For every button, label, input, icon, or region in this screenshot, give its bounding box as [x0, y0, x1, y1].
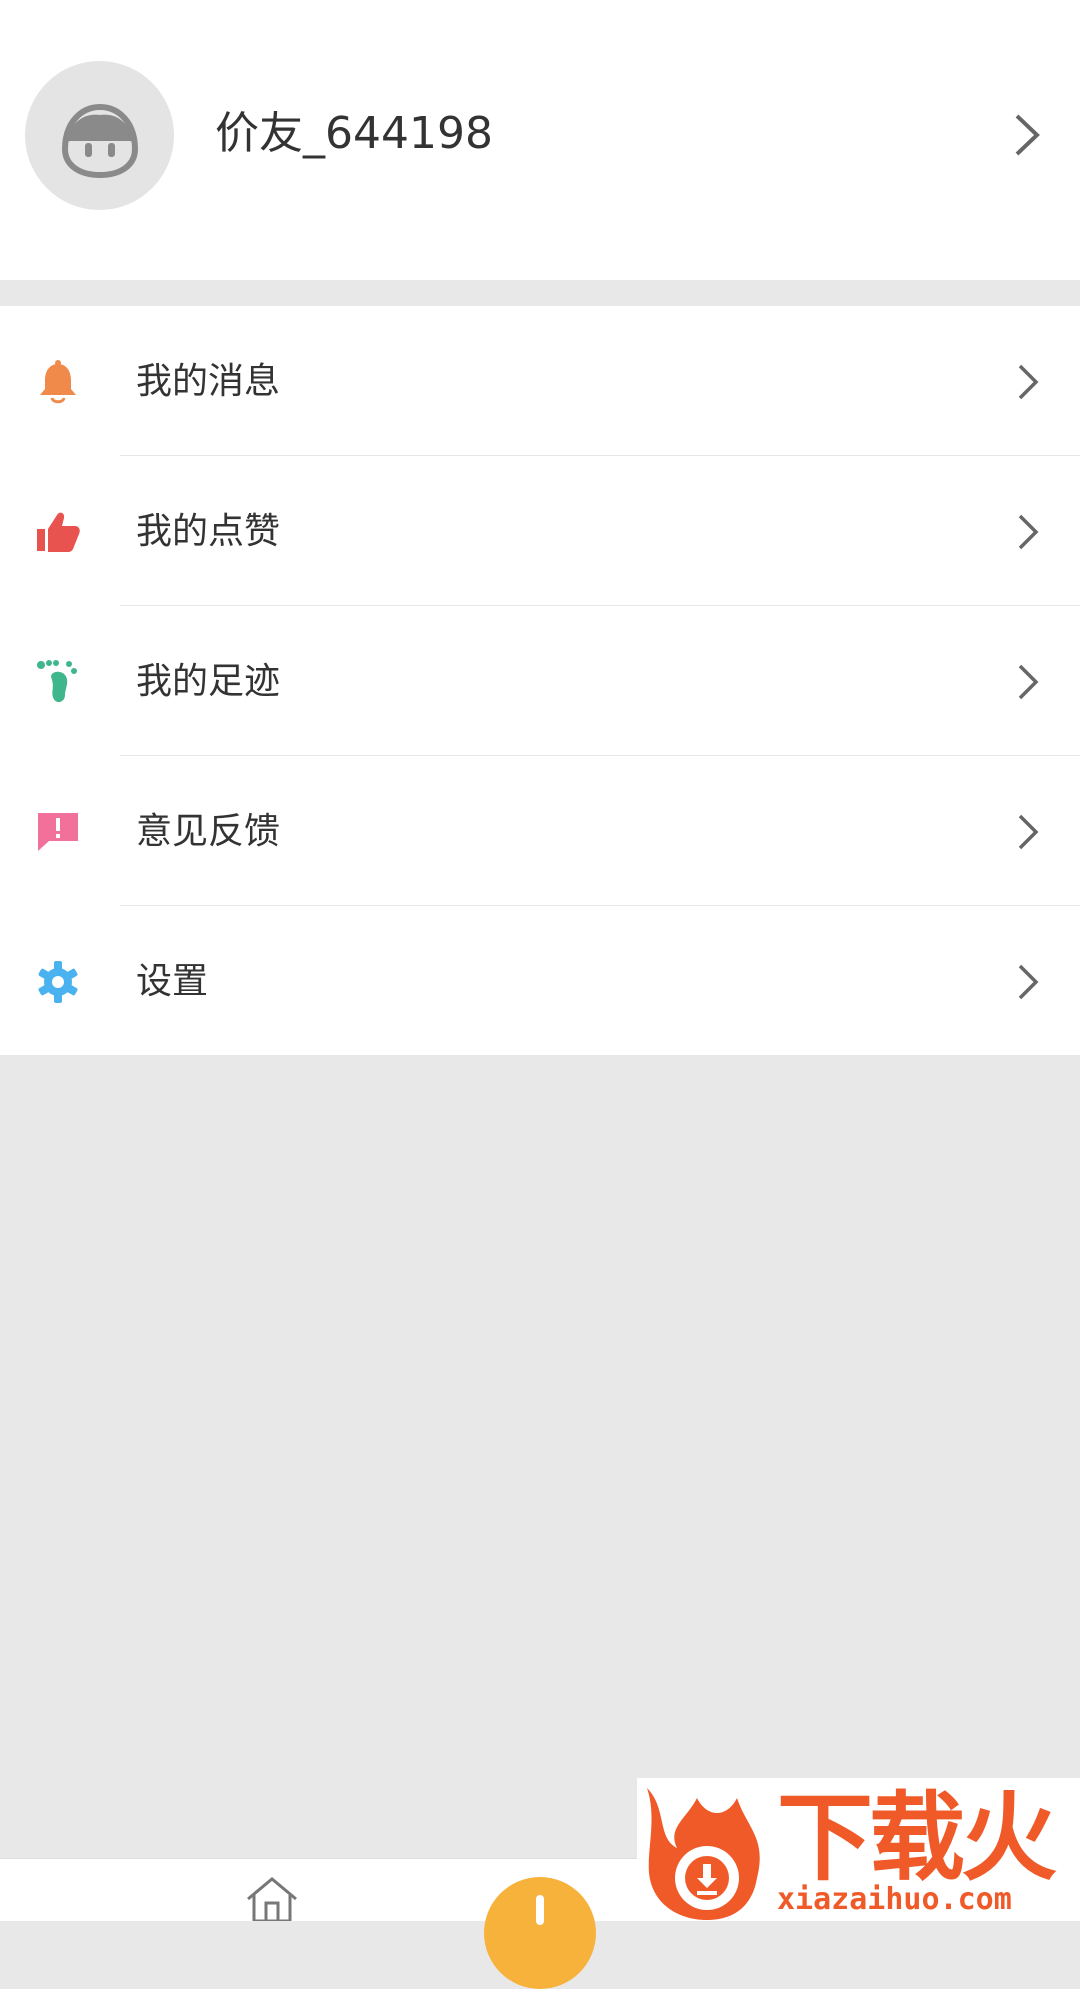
- menu-item-label: 我的点赞: [136, 511, 281, 552]
- chevron-right-icon: [1018, 964, 1039, 1000]
- profile-header[interactable]: 价友_644198: [0, 0, 1080, 280]
- chevron-right-icon: [1018, 664, 1039, 700]
- thumbs-up-icon: [37, 512, 80, 552]
- username: 价友_644198: [215, 108, 493, 159]
- chevron-right-icon: [1018, 514, 1039, 550]
- gear-icon: [38, 961, 78, 1003]
- menu-item-label: 意见反馈: [136, 811, 281, 852]
- menu-item-settings[interactable]: 设置: [0, 906, 1080, 1056]
- home-icon[interactable]: [244, 1875, 300, 1921]
- bell-icon: [40, 360, 76, 404]
- footprint-icon: [37, 660, 77, 703]
- menu-item-feedback[interactable]: 意见反馈: [0, 756, 1080, 906]
- menu-item-messages[interactable]: 我的消息: [0, 306, 1080, 456]
- menu-item-label: 设置: [136, 961, 209, 1002]
- menu-item-likes[interactable]: 我的点赞: [0, 456, 1080, 606]
- watermark-logo: 下载火 xiazaihuo.com: [637, 1778, 1080, 1920]
- plus-icon: [536, 1895, 544, 1925]
- menu-item-footprints[interactable]: 我的足迹: [0, 606, 1080, 756]
- menu-item-label: 我的消息: [136, 361, 281, 402]
- avatar-face-icon: [61, 103, 139, 179]
- publish-button[interactable]: [484, 1877, 596, 1989]
- chevron-right-icon: [1018, 364, 1039, 400]
- menu-item-label: 我的足迹: [136, 661, 281, 702]
- watermark-text: 下载火: [777, 1782, 1057, 1894]
- avatar[interactable]: [25, 61, 174, 210]
- menu-list: 我的消息 我的点赞 我的足迹 意见反馈 设置: [0, 306, 1080, 1055]
- feedback-icon: [38, 813, 78, 851]
- chevron-right-icon[interactable]: [1012, 112, 1042, 158]
- chevron-right-icon: [1018, 814, 1039, 850]
- watermark-url: xiazaihuo.com: [777, 1882, 1012, 1917]
- watermark-flame-icon: [647, 1788, 760, 1920]
